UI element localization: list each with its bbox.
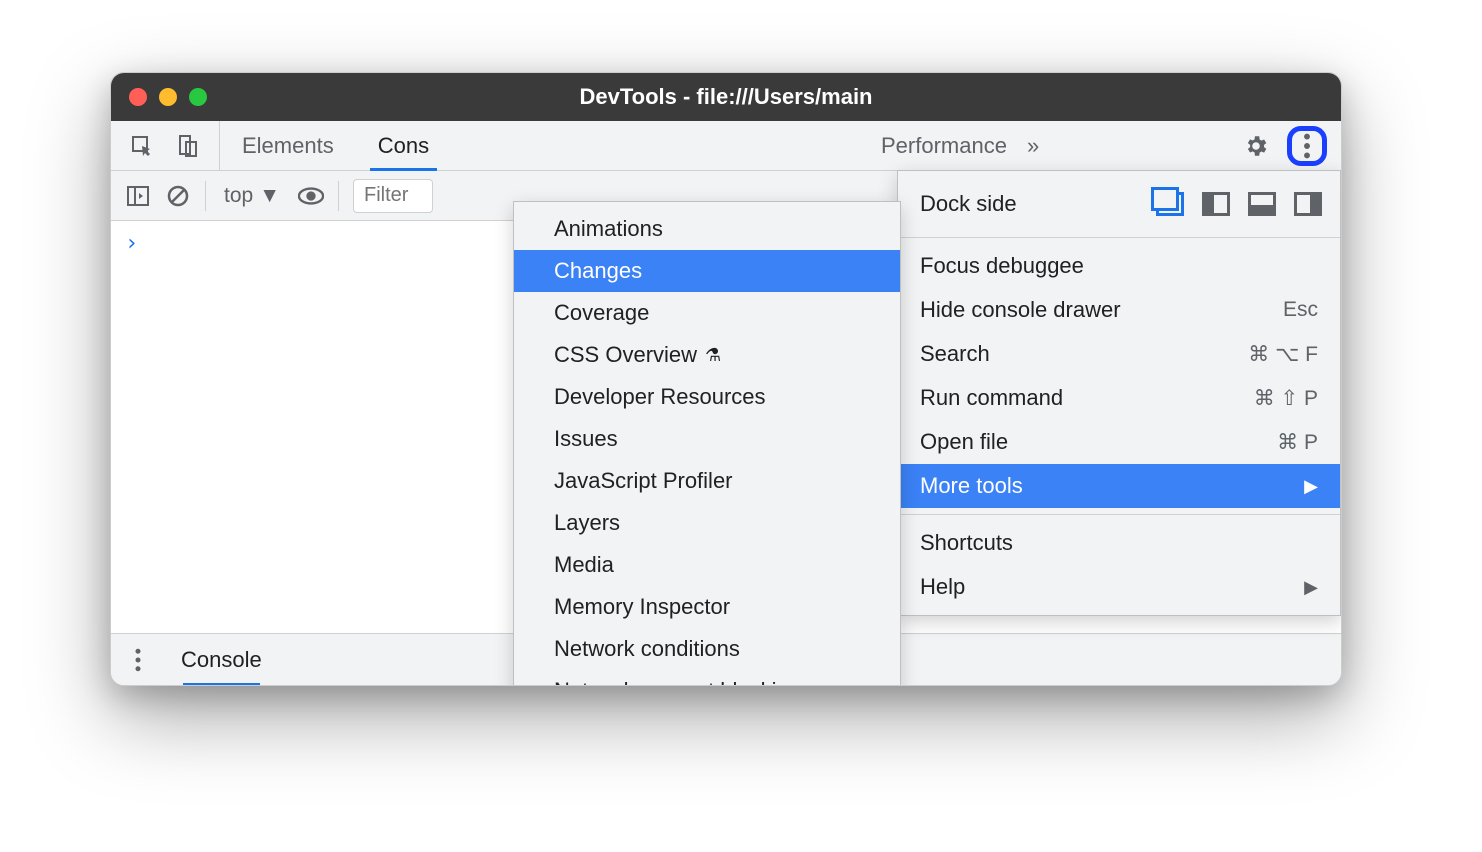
filter-input[interactable] xyxy=(353,179,433,213)
tabs-overflow[interactable]: » xyxy=(1015,133,1051,159)
console-sidebar-toggle-icon[interactable] xyxy=(125,183,151,209)
titlebar: DevTools - file:///Users/main xyxy=(111,73,1341,121)
submenu-memory-inspector[interactable]: Memory Inspector xyxy=(514,586,900,628)
settings-icon[interactable] xyxy=(1243,133,1269,159)
window-minimize-button[interactable] xyxy=(159,88,177,106)
devtools-window: DevTools - file:///Users/main Elements C… xyxy=(110,72,1342,686)
main-menu: Dock side Focus debuggee Hide console dr… xyxy=(897,170,1341,616)
submenu-layers[interactable]: Layers xyxy=(514,502,900,544)
submenu-issues[interactable]: Issues xyxy=(514,418,900,460)
live-expression-icon[interactable] xyxy=(298,183,324,209)
submenu-changes[interactable]: Changes xyxy=(514,250,900,292)
menu-label: Open file xyxy=(920,429,1008,455)
submenu-arrow-icon: ▶ xyxy=(1304,476,1318,497)
menu-run-command[interactable]: Run command ⌘ ⇧ P xyxy=(898,376,1340,420)
menu-label: Run command xyxy=(920,385,1063,411)
menu-label: Focus debuggee xyxy=(920,253,1084,279)
tabbar-left-tools xyxy=(111,121,220,170)
submenu-animations[interactable]: Animations xyxy=(514,208,900,250)
window-maximize-button[interactable] xyxy=(189,88,207,106)
window-title: DevTools - file:///Users/main xyxy=(111,84,1341,110)
clear-console-icon[interactable] xyxy=(165,183,191,209)
submenu-network-conditions[interactable]: Network conditions xyxy=(514,628,900,670)
device-toolbar-icon[interactable] xyxy=(175,133,201,159)
submenu-javascript-profiler[interactable]: JavaScript Profiler xyxy=(514,460,900,502)
more-options-button[interactable] xyxy=(1287,126,1327,166)
context-selector[interactable]: top ▼ xyxy=(220,184,284,208)
menu-search[interactable]: Search ⌘ ⌥ F xyxy=(898,332,1340,376)
submenu-css-overview[interactable]: CSS Overview ⚗ xyxy=(514,334,900,376)
menu-open-file[interactable]: Open file ⌘ P xyxy=(898,420,1340,464)
menu-focus-debuggee[interactable]: Focus debuggee xyxy=(898,244,1340,288)
context-label: top xyxy=(224,184,253,208)
dock-icons xyxy=(1156,192,1322,216)
menu-more-tools[interactable]: More tools ▶ xyxy=(898,464,1340,508)
submenu-arrow-icon: ▶ xyxy=(1304,577,1318,598)
submenu-developer-resources[interactable]: Developer Resources xyxy=(514,376,900,418)
menu-label: More tools xyxy=(920,473,1023,499)
shortcut-label: ⌘ P xyxy=(1277,430,1318,455)
tabbar: Elements Cons Performance » xyxy=(111,121,1341,171)
traffic-lights xyxy=(129,88,207,106)
drawer-tab-console[interactable]: Console xyxy=(169,634,274,685)
dropdown-triangle-icon: ▼ xyxy=(259,184,280,208)
dock-side-row: Dock side xyxy=(898,177,1340,231)
dock-right-icon[interactable] xyxy=(1294,192,1322,216)
dock-left-icon[interactable] xyxy=(1202,192,1230,216)
dock-bottom-icon[interactable] xyxy=(1248,192,1276,216)
submenu-media[interactable]: Media xyxy=(514,544,900,586)
tab-performance[interactable]: Performance xyxy=(881,133,1015,159)
dock-side-label: Dock side xyxy=(920,191,1017,217)
tab-elements[interactable]: Elements xyxy=(220,121,356,170)
menu-label: Search xyxy=(920,341,990,367)
menu-help[interactable]: Help ▶ xyxy=(898,565,1340,609)
menu-label: Help xyxy=(920,574,965,600)
menu-label: Shortcuts xyxy=(920,530,1013,556)
tab-console[interactable]: Cons xyxy=(356,121,451,170)
submenu-network-request-blocking[interactable]: Network request blocking xyxy=(514,670,900,686)
experimental-flask-icon: ⚗ xyxy=(705,345,721,366)
more-tools-submenu: Animations Changes Coverage CSS Overview… xyxy=(513,201,901,686)
shortcut-label: Esc xyxy=(1283,298,1318,322)
submenu-coverage[interactable]: Coverage xyxy=(514,292,900,334)
divider xyxy=(205,181,206,211)
divider xyxy=(338,181,339,211)
menu-hide-console-drawer[interactable]: Hide console drawer Esc xyxy=(898,288,1340,332)
drawer-kebab-icon[interactable] xyxy=(125,647,151,673)
dock-undock-icon[interactable] xyxy=(1156,192,1184,216)
shortcut-label: ⌘ ⌥ F xyxy=(1248,342,1318,367)
panel-tabs: Elements Cons xyxy=(220,121,451,170)
window-close-button[interactable] xyxy=(129,88,147,106)
inspect-element-icon[interactable] xyxy=(129,133,155,159)
tabbar-right xyxy=(1229,126,1341,166)
menu-shortcuts[interactable]: Shortcuts xyxy=(898,521,1340,565)
menu-label: Hide console drawer xyxy=(920,297,1121,323)
shortcut-label: ⌘ ⇧ P xyxy=(1254,386,1318,411)
submenu-label: CSS Overview xyxy=(554,342,697,368)
